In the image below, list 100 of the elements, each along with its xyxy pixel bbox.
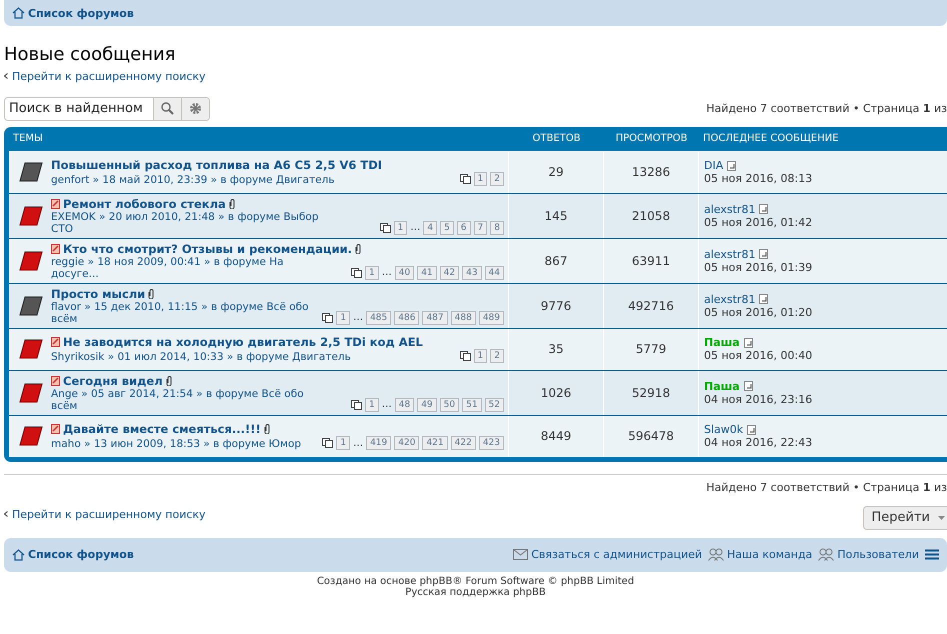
last-post-author[interactable]: alexstr81 xyxy=(704,202,756,216)
page-link[interactable]: 487 xyxy=(422,310,448,324)
view-post-icon[interactable] xyxy=(759,204,768,214)
topic-meta: EXEMOK » 20 июл 2010, 21:48 » в форуме Выбор СТО xyxy=(51,210,320,234)
footer-link[interactable]: Пользователи xyxy=(818,548,919,561)
view-post-icon[interactable] xyxy=(727,160,736,170)
page-link[interactable]: 40 xyxy=(394,266,414,280)
topic-title[interactable]: Кто что смотрит? Отзывы и рекомендации. xyxy=(63,242,352,256)
page-link[interactable]: 2 xyxy=(490,349,504,363)
last-post-author[interactable]: DIA xyxy=(704,159,724,172)
page-link[interactable]: 44 xyxy=(484,266,504,280)
last-post-time: 05 ноя 2016, 08:13 xyxy=(704,172,814,185)
caret-icon xyxy=(938,516,945,520)
page-link[interactable]: 42 xyxy=(440,266,460,280)
last-post-author[interactable]: Паша xyxy=(704,380,740,392)
pages-icon xyxy=(460,351,471,361)
advanced-search-link[interactable]: Перейти к расширенному поиску xyxy=(4,70,206,82)
page-link[interactable]: 8 xyxy=(490,220,504,234)
page-title: Новые сообщения xyxy=(4,44,177,65)
page-link[interactable]: 1 xyxy=(365,398,379,412)
menu-icon[interactable] xyxy=(925,549,939,560)
unread-topic-icon xyxy=(19,250,43,270)
settings-icon xyxy=(189,102,202,115)
unread-topic-icon xyxy=(19,206,43,226)
topic-meta: genfort » 18 май 2010, 23:39 » в форуме Двигатель xyxy=(51,174,335,186)
page-link[interactable]: 48 xyxy=(394,398,414,412)
topic-title[interactable]: Повышенный расход топлива на A6 C5 2,5 V6 TDI xyxy=(51,158,382,172)
footer-text: Русская поддержка phpBB xyxy=(405,586,546,598)
pages-icon xyxy=(460,174,471,184)
page-link[interactable]: 5 xyxy=(440,220,454,234)
view-post-icon[interactable] xyxy=(759,249,768,259)
page-link[interactable]: 420 xyxy=(394,436,420,450)
unread-topic-icon xyxy=(19,426,43,446)
search-field[interactable]: Поиск в найденном xyxy=(4,96,210,120)
page-link[interactable]: 1 xyxy=(394,220,408,234)
page-link[interactable]: 1 xyxy=(336,436,350,450)
footer-link[interactable]: Наша команда xyxy=(708,548,812,561)
page-link[interactable]: 2 xyxy=(490,172,504,186)
page-link[interactable]: 1 xyxy=(474,172,488,186)
last-post-time: 04 ноя 2016, 22:43 xyxy=(704,436,814,449)
view-post-icon[interactable] xyxy=(747,424,756,434)
topic-title[interactable]: Сегодня видел xyxy=(63,374,163,388)
new-post-icon[interactable] xyxy=(51,376,60,386)
pages-icon xyxy=(322,312,334,322)
page-link[interactable]: 50 xyxy=(440,398,460,412)
view-post-icon[interactable] xyxy=(744,381,753,391)
page-link[interactable]: 485 xyxy=(366,310,392,324)
column-header: ОТВЕТОВ xyxy=(532,133,582,144)
forum-list-link[interactable]: Список форумов xyxy=(12,548,134,561)
page-link[interactable]: 52 xyxy=(484,398,504,412)
page-link[interactable]: 419 xyxy=(366,436,392,450)
last-post-time: 05 ноя 2016, 01:20 xyxy=(704,306,814,318)
page-link[interactable]: 7 xyxy=(474,220,488,234)
page-link[interactable]: 489 xyxy=(478,310,504,324)
new-post-icon[interactable] xyxy=(51,198,60,208)
page-link[interactable]: 421 xyxy=(422,436,448,450)
topic-title[interactable]: Давайте вместе смеяться...!!! xyxy=(63,422,261,436)
ellipsis: … xyxy=(353,438,364,448)
page-link[interactable]: 486 xyxy=(394,310,420,324)
new-post-icon[interactable] xyxy=(51,244,60,254)
last-post-author[interactable]: Slaw0k xyxy=(704,423,744,436)
page-link[interactable]: 1 xyxy=(365,266,379,280)
page-link[interactable]: 6 xyxy=(456,220,471,234)
view-post-icon[interactable] xyxy=(744,338,753,348)
new-post-icon[interactable] xyxy=(51,337,60,347)
column-header: ПРОСМОТРОВ xyxy=(614,133,688,144)
page-link[interactable]: 4 xyxy=(423,220,438,234)
topic-title[interactable]: Не заводится на холодную двигатель 2,5 TDi код AEL xyxy=(63,335,423,349)
ellipsis: … xyxy=(382,399,392,410)
new-post-icon[interactable] xyxy=(51,424,60,434)
topic-meta: Shyrikosik » 01 июл 2014, 10:33 » в форуме Двигатель xyxy=(51,351,351,363)
advanced-search-link[interactable]: Перейти к расширенному поиску xyxy=(4,508,206,520)
page-link[interactable]: 1 xyxy=(474,349,488,363)
envelope-icon xyxy=(513,549,528,560)
view-post-icon[interactable] xyxy=(759,294,768,304)
topic-meta: flavor » 15 дек 2010, 11:15 » в форуме Всё обо всём xyxy=(51,300,310,324)
replies-count: 8449 xyxy=(509,416,604,456)
column-header: ТЕМЫ xyxy=(12,133,44,144)
page-link[interactable]: 43 xyxy=(462,266,482,280)
page-link[interactable]: 51 xyxy=(462,398,482,412)
pages-icon xyxy=(380,222,391,232)
topic-title[interactable]: Ремонт лобового стекла xyxy=(63,196,226,210)
last-post-author[interactable]: alexstr81 xyxy=(704,292,756,306)
users-icon xyxy=(818,548,834,561)
topic-title[interactable]: Просто мысли xyxy=(51,286,146,300)
last-post-author[interactable]: Паша xyxy=(704,336,740,349)
page-link[interactable]: 49 xyxy=(417,398,437,412)
page-link[interactable]: 1 xyxy=(336,310,350,324)
search-button[interactable] xyxy=(153,98,181,120)
jump-button[interactable]: Перейти xyxy=(862,506,947,530)
page-link[interactable]: 488 xyxy=(450,310,476,324)
topic-meta: maho » 13 июн 2009, 18:53 » в форуме Юмор xyxy=(51,438,302,450)
page-link[interactable]: 41 xyxy=(417,266,437,280)
forum-list-link[interactable]: Список форумов xyxy=(12,6,134,20)
page-link[interactable]: 422 xyxy=(450,436,476,450)
page-link[interactable]: 423 xyxy=(478,436,504,450)
footer-link[interactable]: Связаться с администрацией xyxy=(513,548,702,561)
settings-button[interactable] xyxy=(181,98,209,120)
ellipsis: … xyxy=(382,267,392,278)
last-post-author[interactable]: alexstr81 xyxy=(704,248,756,260)
